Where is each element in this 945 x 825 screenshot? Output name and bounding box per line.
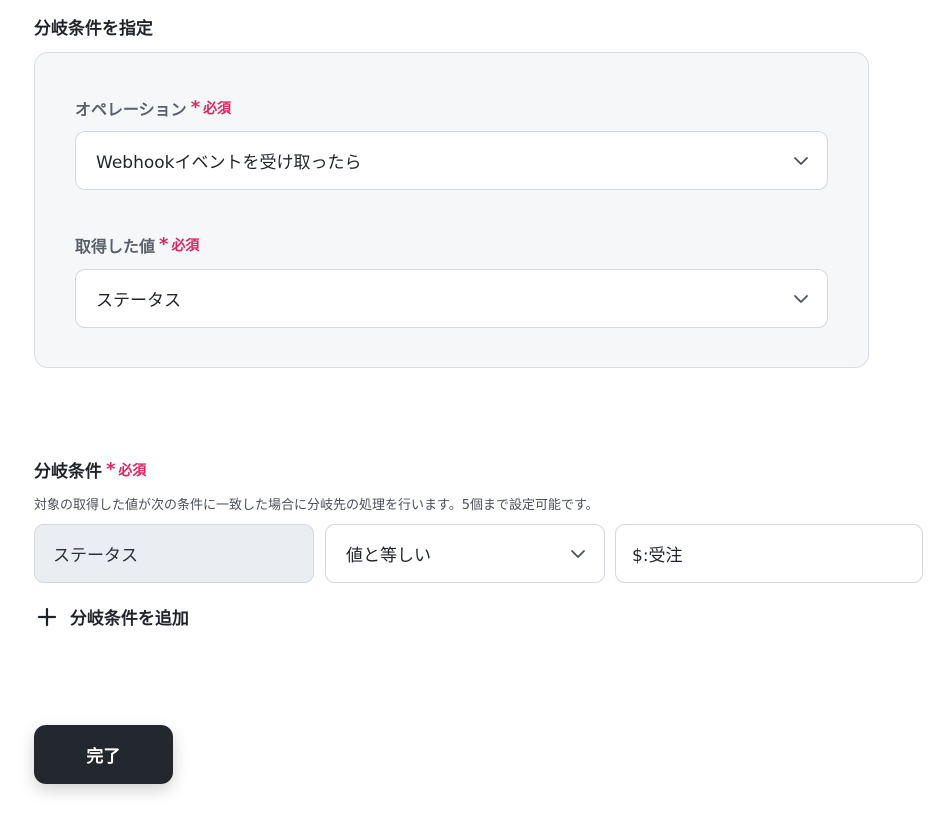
condition-target-field: ステータス [34, 524, 314, 583]
settings-panel: オペレーション * 必須 Webhookイベントを受け取ったら 取得した値 * … [34, 52, 869, 368]
condition-value-input[interactable] [615, 524, 923, 583]
asterisk-icon: * [159, 234, 169, 255]
condition-title: 分岐条件 * 必須 [34, 457, 146, 482]
acquired-value-select-value: ステータス [96, 291, 181, 311]
required-indicator: * 必須 [191, 98, 231, 118]
add-condition-button[interactable]: 分岐条件を追加 [36, 604, 189, 629]
operation-label: オペレーション * 必須 [75, 96, 231, 120]
required-text: 必須 [203, 101, 232, 117]
plus-icon [37, 607, 57, 626]
add-condition-label: 分岐条件を追加 [70, 609, 189, 629]
chevron-down-icon [794, 156, 808, 165]
acquired-value-select[interactable]: ステータス [75, 269, 828, 328]
chevron-down-icon [571, 549, 585, 558]
asterisk-icon: * [190, 97, 201, 118]
chevron-down-icon [794, 294, 808, 303]
condition-title-text: 分岐条件 [34, 462, 102, 482]
operation-select-value: Webhookイベントを受け取ったら [96, 153, 362, 173]
condition-operator-value: 値と等しい [346, 546, 431, 566]
condition-helper-text: 対象の取得した値が次の条件に一致した場合に分岐先の処理を行います。5個まで設定可… [34, 498, 599, 513]
condition-operator-select[interactable]: 値と等しい [325, 524, 605, 583]
operation-select[interactable]: Webhookイベントを受け取ったら [75, 131, 828, 190]
required-text: 必須 [171, 238, 200, 254]
required-text: 必須 [118, 462, 147, 479]
operation-label-text: オペレーション [75, 100, 187, 119]
acquired-value-label: 取得した値 * 必須 [75, 233, 199, 257]
required-indicator: * 必須 [159, 235, 199, 255]
acquired-value-label-text: 取得した値 [75, 237, 156, 256]
required-indicator: * 必須 [106, 460, 146, 480]
section-title: 分岐条件を指定 [34, 19, 153, 39]
asterisk-icon: * [106, 458, 116, 480]
done-button[interactable]: 完了 [34, 725, 173, 784]
